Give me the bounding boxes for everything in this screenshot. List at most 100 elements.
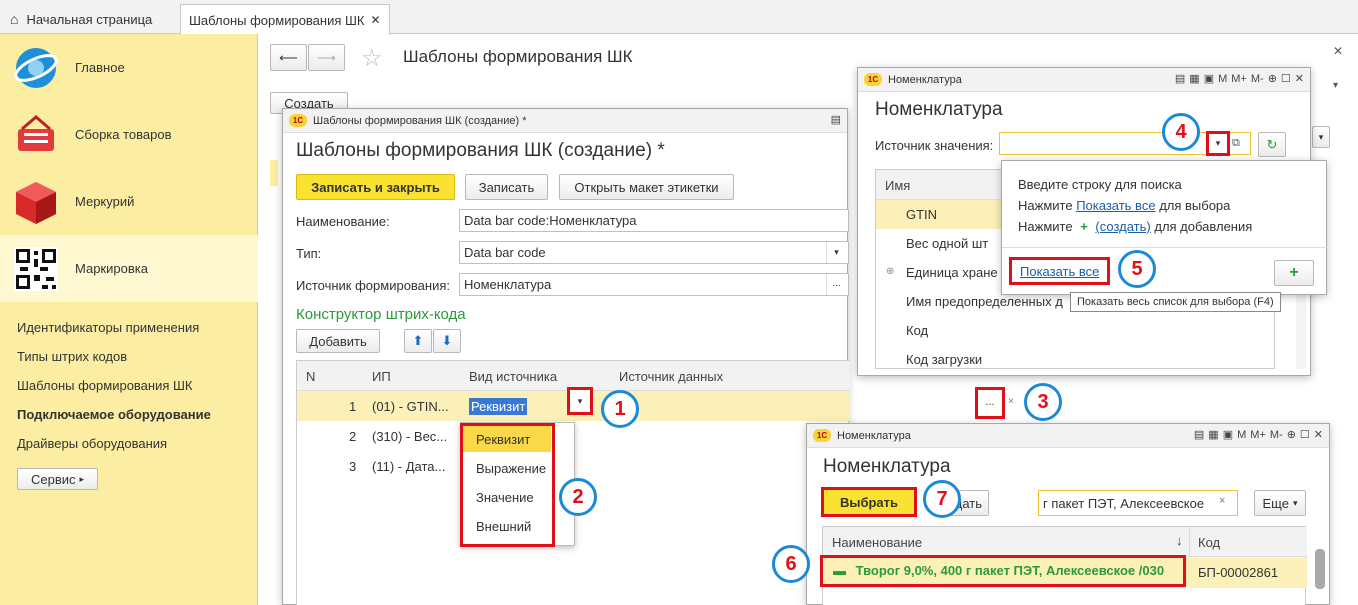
hint-text: Введите строку для поиска bbox=[1018, 177, 1182, 192]
calendar-icon[interactable]: ▣ bbox=[1223, 428, 1233, 441]
dropdown-option[interactable]: Значение bbox=[463, 484, 551, 510]
chevron-down-icon[interactable]: ▾ bbox=[1312, 126, 1330, 148]
chevron-down-icon[interactable]: ▾ bbox=[826, 242, 846, 263]
sidebar: Главное Сборка товаров Меркурий Маркиров… bbox=[0, 34, 258, 605]
list-item[interactable]: Единица хране bbox=[906, 265, 998, 280]
m-icon[interactable]: M bbox=[1237, 429, 1246, 441]
more-label: Еще bbox=[1262, 495, 1289, 511]
table-icon[interactable]: ▦ bbox=[1208, 428, 1218, 441]
save-close-button[interactable]: Записать и закрыть bbox=[296, 174, 455, 200]
tab-home[interactable]: ⌂ Начальная страница bbox=[2, 4, 160, 34]
window-controls: ▤ ▦ ▣ M M+ M- ⊕ ☐ ✕ bbox=[1194, 428, 1323, 442]
more-button[interactable]: Еще ▾ bbox=[1254, 490, 1306, 516]
add-button[interactable]: + bbox=[1274, 260, 1314, 286]
name-label: Наименование: bbox=[296, 214, 390, 229]
page-title: Шаблоны формирования ШК bbox=[403, 47, 633, 66]
table-icon[interactable]: ▦ bbox=[1189, 72, 1199, 85]
sidebar-link[interactable]: Шаблоны формирования ШК bbox=[17, 378, 193, 393]
nomenclature-title: Номенклатура bbox=[875, 99, 1003, 120]
row-kind[interactable]: Реквизит bbox=[469, 398, 528, 415]
sidebar-link[interactable]: Типы штрих кодов bbox=[17, 349, 127, 364]
sidebar-section-assembly[interactable]: Сборка товаров bbox=[0, 101, 258, 168]
close-icon[interactable]: ✕ bbox=[1333, 44, 1343, 58]
print-icon[interactable]: ▤ bbox=[1175, 72, 1185, 85]
m-plus-icon[interactable]: M+ bbox=[1231, 73, 1247, 85]
sidebar-section-label: Сборка товаров bbox=[75, 127, 172, 142]
create-link[interactable]: (создать) bbox=[1095, 219, 1150, 234]
plus-icon: + bbox=[1289, 264, 1299, 281]
calendar-icon[interactable]: ▣ bbox=[1204, 72, 1214, 85]
row-number: 1 bbox=[349, 399, 357, 414]
kind-dropdown-button[interactable]: ▾ bbox=[567, 387, 593, 415]
dropdown-option[interactable]: Выражение bbox=[463, 455, 551, 481]
service-button[interactable]: Сервис ▸ bbox=[17, 468, 98, 490]
move-up-button[interactable]: ⬆ bbox=[404, 329, 432, 353]
type-field[interactable]: Data bar code ▾ bbox=[459, 241, 849, 264]
sidebar-section-marking[interactable]: Маркировка bbox=[0, 235, 258, 302]
select-button[interactable]: Выбрать bbox=[821, 487, 917, 517]
sidebar-link[interactable]: Идентификаторы применения bbox=[17, 320, 199, 335]
list-item[interactable]: GTIN bbox=[876, 200, 1016, 229]
list-item[interactable]: Код bbox=[906, 323, 928, 338]
list-item[interactable]: Код загрузки bbox=[906, 352, 982, 368]
move-down-button[interactable]: ⬇ bbox=[433, 329, 461, 353]
tab-bar: ⌂ Начальная страница Шаблоны формировани… bbox=[0, 0, 1358, 35]
list-item[interactable]: Вес одной шт bbox=[906, 236, 988, 251]
zoom-icon[interactable]: ⊕ bbox=[1287, 428, 1296, 441]
sidebar-section-mercury[interactable]: Меркурий bbox=[0, 168, 258, 235]
dropdown-option[interactable]: Внешний bbox=[463, 513, 551, 539]
refresh-button[interactable]: ↻ bbox=[1258, 132, 1286, 157]
sort-down-icon[interactable]: ↓ bbox=[1176, 533, 1183, 548]
maximize-icon[interactable]: ☐ bbox=[1300, 428, 1310, 441]
star-icon[interactable]: ☆ bbox=[361, 44, 383, 73]
m-minus-icon[interactable]: M- bbox=[1251, 73, 1264, 85]
name-field[interactable]: Data bar code:Номенклатура bbox=[459, 209, 849, 232]
sidebar-link[interactable]: Подключаемое оборудование bbox=[17, 407, 211, 422]
type-label: Тип: bbox=[296, 246, 322, 261]
select-ellipsis-icon[interactable]: ... bbox=[826, 274, 846, 295]
clear-icon[interactable]: × bbox=[1008, 396, 1014, 407]
list-item[interactable]: Имя предопределенных д bbox=[906, 294, 1063, 309]
globe-icon bbox=[14, 48, 58, 88]
chevron-down-icon[interactable]: ▾ bbox=[1333, 80, 1338, 91]
nomenclature-window-title: Номенклатура bbox=[888, 73, 962, 86]
forward-button[interactable]: ⟶ bbox=[308, 44, 345, 71]
show-all-link[interactable]: Показать все bbox=[1076, 198, 1155, 213]
close-icon[interactable]: ✕ bbox=[1314, 428, 1323, 441]
annotation-badge: 3 bbox=[1024, 383, 1062, 421]
select-ellipsis-icon: ... bbox=[985, 396, 995, 408]
print-icon[interactable]: ▤ bbox=[831, 113, 841, 126]
source-dropdown-button[interactable]: ▾ bbox=[1206, 131, 1230, 156]
clear-icon[interactable]: × bbox=[1219, 495, 1225, 507]
basket-icon bbox=[18, 115, 54, 151]
zoom-icon[interactable]: ⊕ bbox=[1268, 72, 1277, 85]
m-minus-icon[interactable]: M- bbox=[1270, 429, 1283, 441]
close-icon[interactable]: ✕ bbox=[1295, 72, 1304, 85]
m-plus-icon[interactable]: M+ bbox=[1250, 429, 1266, 441]
open-icon[interactable]: ⧉ bbox=[1232, 137, 1240, 150]
save-button[interactable]: Записать bbox=[465, 174, 548, 200]
sidebar-link[interactable]: Драйверы оборудования bbox=[17, 436, 167, 451]
open-layout-button[interactable]: Открыть макет этикетки bbox=[559, 174, 734, 200]
search-input[interactable]: г пакет ПЭТ, Алексеевское × bbox=[1038, 490, 1238, 516]
hint-text: Нажмите bbox=[1018, 219, 1073, 234]
source-field[interactable]: Номенклатура ... bbox=[459, 273, 849, 296]
show-all-button[interactable]: Показать все bbox=[1009, 257, 1110, 285]
row-highlight bbox=[270, 160, 278, 186]
form-title: Шаблоны формирования ШК (создание) * bbox=[296, 140, 665, 161]
scrollbar[interactable] bbox=[1315, 549, 1325, 589]
close-icon[interactable]: ✕ bbox=[371, 13, 381, 27]
sidebar-section-label: Маркировка bbox=[75, 261, 148, 276]
data-source-select-button[interactable]: ... bbox=[975, 387, 1005, 419]
expand-icon[interactable]: ⊕ bbox=[886, 266, 894, 277]
source-value: Номенклатура bbox=[464, 277, 552, 292]
dropdown-option[interactable]: Реквизит bbox=[463, 426, 551, 452]
selected-row-highlight[interactable]: ▬ Творог 9,0%, 400 г пакет ПЭТ, Алексеев… bbox=[820, 555, 1186, 587]
maximize-icon[interactable]: ☐ bbox=[1281, 72, 1291, 85]
sidebar-section-main[interactable]: Главное bbox=[0, 34, 258, 101]
add-button[interactable]: Добавить bbox=[296, 329, 380, 353]
print-icon[interactable]: ▤ bbox=[1194, 428, 1204, 441]
back-button[interactable]: ⟵ bbox=[270, 44, 307, 71]
tab-current[interactable]: Шаблоны формирования ШК ✕ bbox=[180, 4, 390, 35]
m-icon[interactable]: M bbox=[1218, 73, 1227, 85]
